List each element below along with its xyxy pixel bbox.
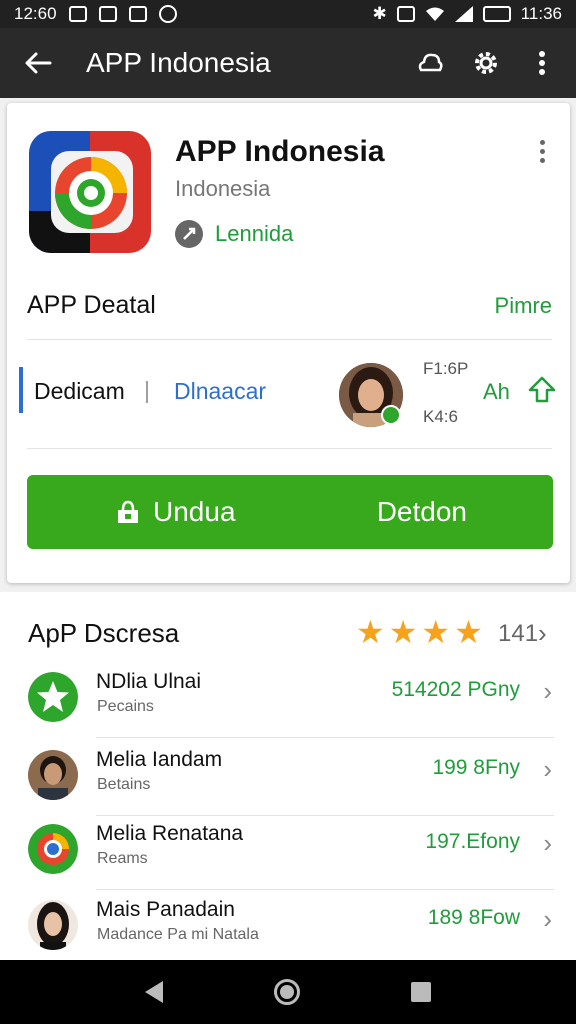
list-item-sub: Betains — [97, 776, 151, 793]
battery-icon — [482, 6, 511, 22]
developer-row[interactable]: Lennida — [175, 220, 293, 248]
share-icon — [418, 53, 443, 72]
list-item[interactable]: Melia Iandam Betains 199 8Fny › — [0, 742, 576, 816]
app-bar: APP Indonesia — [0, 28, 576, 98]
status-bar: 12:60 ✱ 11:36 — [0, 0, 576, 28]
list-item[interactable]: Mais Panadain Madance Pa mi Natala 189 8… — [0, 892, 576, 966]
message-icon — [98, 6, 117, 22]
app-name: APP Indonesia — [175, 135, 385, 168]
status-time-right: 11:36 — [520, 4, 562, 23]
detail-tabs-row: Dedicam | Dlnaacar F1:6P K4:6 Ah — [19, 359, 559, 427]
list-item-sub: Madance Pa mi Natala — [97, 926, 259, 943]
gear-icon — [475, 52, 497, 74]
list-item[interactable]: Melia Renatana Reams 197.Efony › — [0, 816, 576, 890]
list-item-name: Mais Panadain — [96, 898, 235, 921]
tab-dedicam[interactable]: Dedicam — [34, 378, 125, 405]
list-title: ApP Dscresa — [28, 618, 180, 648]
app-notification-icon — [158, 5, 177, 23]
list-item-sub: Pecains — [97, 698, 154, 715]
app-subtitle: Indonesia — [175, 176, 271, 201]
back-arrow-icon — [25, 52, 52, 74]
detail-section-title: APP Deatal — [27, 291, 156, 319]
details-label: Detdon — [376, 496, 467, 527]
list-section: ApP Dscresa ★ ★ ★ ★ 141 › NDlia Ulnai Pe… — [0, 592, 576, 960]
nav-back-icon[interactable] — [145, 981, 164, 1003]
install-label: Undua — [153, 496, 236, 527]
system-nav-bar — [0, 960, 576, 1024]
more-dot-icon — [539, 157, 545, 163]
chevron-right-icon: › — [543, 904, 552, 934]
developer-name: Lennida — [215, 221, 294, 246]
notification-icon — [68, 6, 87, 22]
list-item-name: Melia Iandam — [96, 748, 223, 771]
developer-icon — [175, 220, 203, 248]
app-logo-icon — [29, 131, 151, 253]
verified-badge-icon — [381, 405, 401, 425]
divider — [27, 339, 552, 340]
list-item-value: 197.Efony — [425, 830, 520, 853]
star-icon: ★ — [454, 614, 483, 650]
chevron-right-icon: › — [543, 754, 552, 784]
divider — [96, 737, 554, 738]
star-icon: ★ — [356, 614, 385, 650]
list-item-value: 514202 PGny — [391, 678, 520, 701]
overflow-menu-button[interactable] — [518, 39, 566, 87]
back-button[interactable] — [8, 33, 68, 93]
shopping-bag-icon — [118, 500, 138, 523]
more-vert-icon — [539, 51, 545, 75]
vibrate-icon — [396, 6, 415, 22]
wifi-icon — [425, 7, 444, 21]
card-more-button[interactable] — [524, 133, 560, 169]
active-tab-indicator — [19, 367, 23, 413]
share-label[interactable]: Ah — [483, 379, 510, 405]
more-dot-icon — [539, 139, 545, 145]
image-icon — [128, 6, 147, 22]
stat-top: F1:6P — [423, 359, 469, 378]
rating-stars: ★ ★ ★ ★ — [356, 616, 483, 648]
status-time-left: 12:60 — [14, 4, 57, 23]
tab-dlnaacar[interactable]: Dlnaacar — [174, 378, 266, 405]
woman-avatar — [28, 900, 78, 950]
upload-arrow-icon[interactable] — [527, 375, 557, 405]
list-item-sub: Reams — [97, 850, 148, 867]
divider — [27, 448, 552, 449]
nav-home-icon[interactable] — [273, 979, 300, 1005]
install-button[interactable]: Undua Detdon — [27, 475, 553, 549]
list-item-name: Melia Renatana — [96, 822, 244, 845]
app-bar-title: APP Indonesia — [86, 47, 271, 78]
stat-bottom: K4:6 — [423, 407, 458, 426]
chrome-icon — [28, 824, 78, 874]
settings-button[interactable] — [462, 39, 510, 87]
rating-count: 141 — [498, 620, 539, 647]
more-dot-icon — [539, 148, 545, 154]
star-icon: ★ — [388, 614, 418, 650]
chevron-right-icon: › — [543, 828, 552, 858]
detail-section-link[interactable]: Pimre — [495, 293, 552, 319]
divider — [96, 889, 554, 890]
list-item[interactable]: NDlia Ulnai Pecains 514202 PGny › — [0, 664, 576, 738]
nav-recents-icon[interactable] — [410, 982, 431, 1002]
signal-icon — [454, 6, 473, 22]
bluetooth-icon: ✱ — [372, 4, 387, 23]
person-avatar — [28, 750, 78, 800]
chevron-right-icon: › — [543, 676, 552, 706]
tab-separator: | — [144, 377, 150, 403]
star-icon: ★ — [421, 614, 451, 650]
chevron-right-icon[interactable]: › — [538, 618, 547, 649]
list-item-value: 189 8Fow — [427, 906, 520, 929]
app-detail-card: APP Indonesia Indonesia Lennida APP Deat… — [7, 103, 570, 583]
share-button[interactable] — [406, 39, 454, 87]
list-item-value: 199 8Fny — [432, 756, 520, 779]
star-icon — [28, 672, 78, 722]
list-item-name: NDlia Ulnai — [96, 670, 202, 693]
